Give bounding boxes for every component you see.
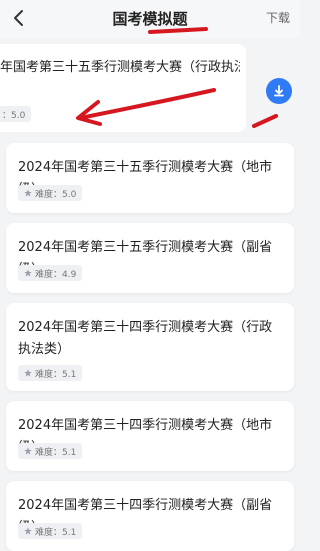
red-annotation-arrow bbox=[76, 88, 278, 128]
